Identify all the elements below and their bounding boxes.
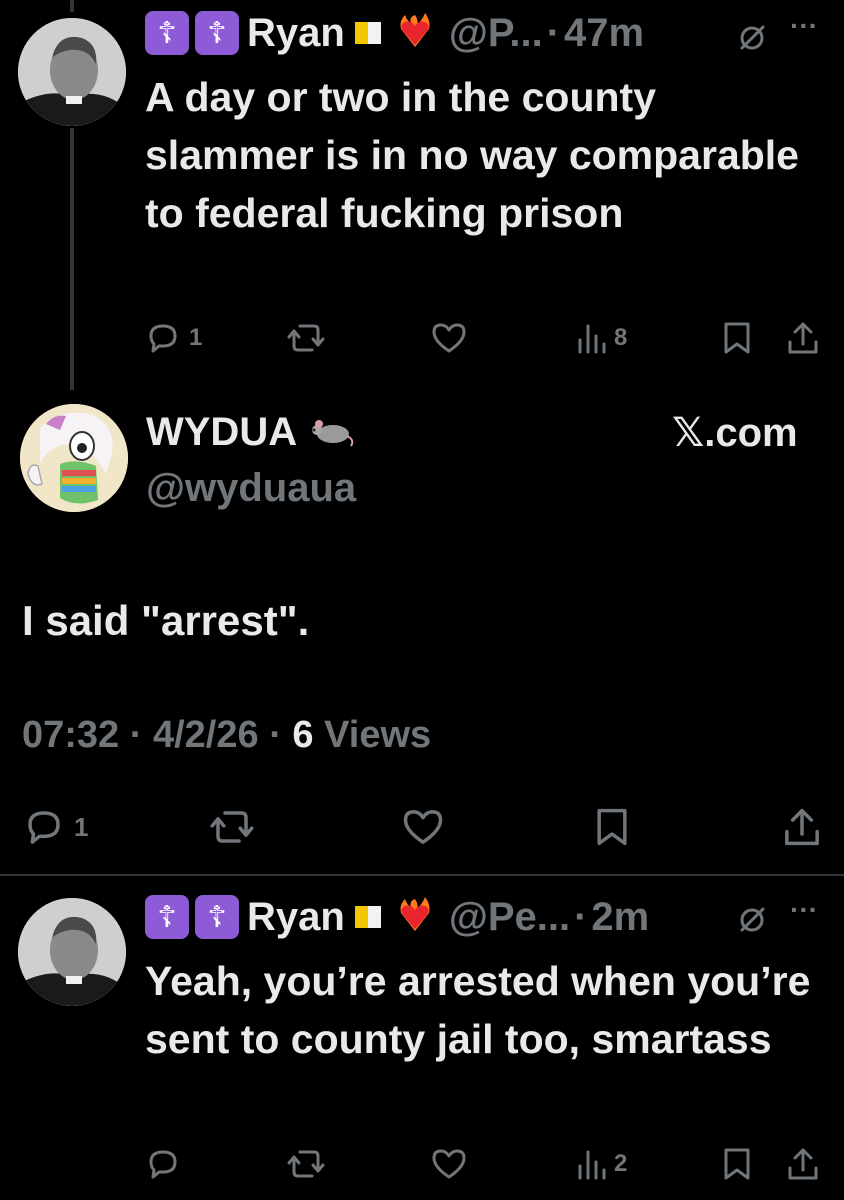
reply-icon xyxy=(149,324,177,353)
user-handle[interactable]: @Pe... xyxy=(449,895,570,940)
tweet-meta: 07:32 · 4/2/26 · 6 Views xyxy=(22,714,431,757)
views-label: Views xyxy=(324,714,432,756)
post-time: 07:32 xyxy=(22,714,120,756)
thread-line xyxy=(70,128,74,390)
views-count: 8 xyxy=(614,324,628,351)
reply-button[interactable] xyxy=(145,1146,181,1182)
avatar[interactable] xyxy=(20,404,128,512)
avatar[interactable] xyxy=(18,898,126,1006)
vatican-flag-icon xyxy=(354,906,381,928)
separator-dot: · xyxy=(129,714,143,756)
views-button[interactable]: 2 xyxy=(576,1146,627,1182)
user-handle[interactable]: @P... xyxy=(449,11,543,56)
post-time[interactable]: 47m xyxy=(564,11,644,56)
vatican-flag-icon xyxy=(354,22,381,44)
source-watermark: 𝕏.com xyxy=(672,411,798,455)
more-options-icon[interactable]: ··· xyxy=(790,10,818,42)
like-button[interactable] xyxy=(430,1146,468,1182)
display-name[interactable]: Ryan xyxy=(247,11,345,56)
priest-portrait-image xyxy=(18,18,126,126)
reply-icon xyxy=(149,1150,177,1179)
orthodox-cross-badge-icon: ☦ xyxy=(195,895,239,939)
heart-on-fire-icon xyxy=(395,895,435,940)
reply-button[interactable]: 1 xyxy=(22,806,88,848)
orthodox-cross-badge-icon: ☦ xyxy=(145,11,189,55)
reply-text: Yeah, you’re arrested when you’re sent t… xyxy=(145,958,811,1062)
avatar[interactable] xyxy=(18,18,126,126)
divider xyxy=(0,874,844,876)
share-button[interactable] xyxy=(786,320,820,356)
bookmark-button[interactable] xyxy=(722,1146,752,1182)
share-icon xyxy=(785,808,819,846)
like-icon xyxy=(432,323,466,353)
furry-character-avatar-image xyxy=(20,404,128,512)
like-icon xyxy=(432,1149,466,1179)
bookmark-icon xyxy=(724,322,750,354)
heart-on-fire-icon xyxy=(395,11,435,56)
repost-icon xyxy=(287,324,325,352)
repost-icon xyxy=(210,811,254,843)
separator-dot: · xyxy=(546,10,561,55)
reply-count: 1 xyxy=(189,324,203,351)
bookmark-icon xyxy=(597,808,627,846)
main-tweet-text: I said "arrest". xyxy=(22,597,310,644)
author-handle[interactable]: @wyduaua xyxy=(146,466,356,511)
reply-header: ☦ ☦ Ryan @P... · 47m xyxy=(145,8,644,58)
like-icon xyxy=(403,810,443,844)
bookmark-button[interactable] xyxy=(594,806,630,848)
orthodox-cross-badge-icon: ☦ xyxy=(145,895,189,939)
repost-button[interactable] xyxy=(208,806,256,848)
rat-emoji-icon xyxy=(309,412,355,453)
reply-button[interactable]: 1 xyxy=(145,320,202,356)
reply-count: 1 xyxy=(74,811,89,842)
more-options-icon[interactable]: ··· xyxy=(790,894,818,926)
reply-text: A day or two in the county slammer is in… xyxy=(145,74,799,236)
post-date: 4/2/26 xyxy=(152,714,259,756)
grok-slash-icon[interactable] xyxy=(736,22,768,59)
grok-slash-icon[interactable] xyxy=(736,904,768,941)
repost-button[interactable] xyxy=(286,1146,326,1182)
like-button[interactable] xyxy=(430,320,468,356)
views-count: 6 xyxy=(292,714,314,756)
repost-button[interactable] xyxy=(286,320,326,356)
priest-portrait-image xyxy=(18,898,126,1006)
orthodox-cross-badge-icon: ☦ xyxy=(195,11,239,55)
author-display-name[interactable]: WYDUA xyxy=(146,410,355,455)
views-chart-icon xyxy=(578,324,606,354)
views-chart-icon xyxy=(578,1150,606,1180)
share-button[interactable] xyxy=(782,806,822,848)
bookmark-button[interactable] xyxy=(722,320,752,356)
share-icon xyxy=(788,322,818,354)
reply-icon xyxy=(28,811,60,844)
like-button[interactable] xyxy=(400,806,446,848)
views-count: 2 xyxy=(614,1150,628,1177)
separator-dot: · xyxy=(574,894,588,939)
separator-dot: · xyxy=(269,714,282,756)
share-button[interactable] xyxy=(786,1146,820,1182)
repost-icon xyxy=(287,1150,325,1178)
views-button[interactable]: 8 xyxy=(576,320,627,356)
display-name[interactable]: Ryan xyxy=(247,895,345,940)
post-time[interactable]: 2m xyxy=(591,895,649,940)
bookmark-icon xyxy=(724,1148,750,1180)
reply-header: ☦ ☦ Ryan @Pe... · 2m xyxy=(145,892,649,942)
display-name[interactable]: WYDUA xyxy=(146,410,297,455)
share-icon xyxy=(788,1148,818,1180)
thread-line xyxy=(70,0,74,12)
